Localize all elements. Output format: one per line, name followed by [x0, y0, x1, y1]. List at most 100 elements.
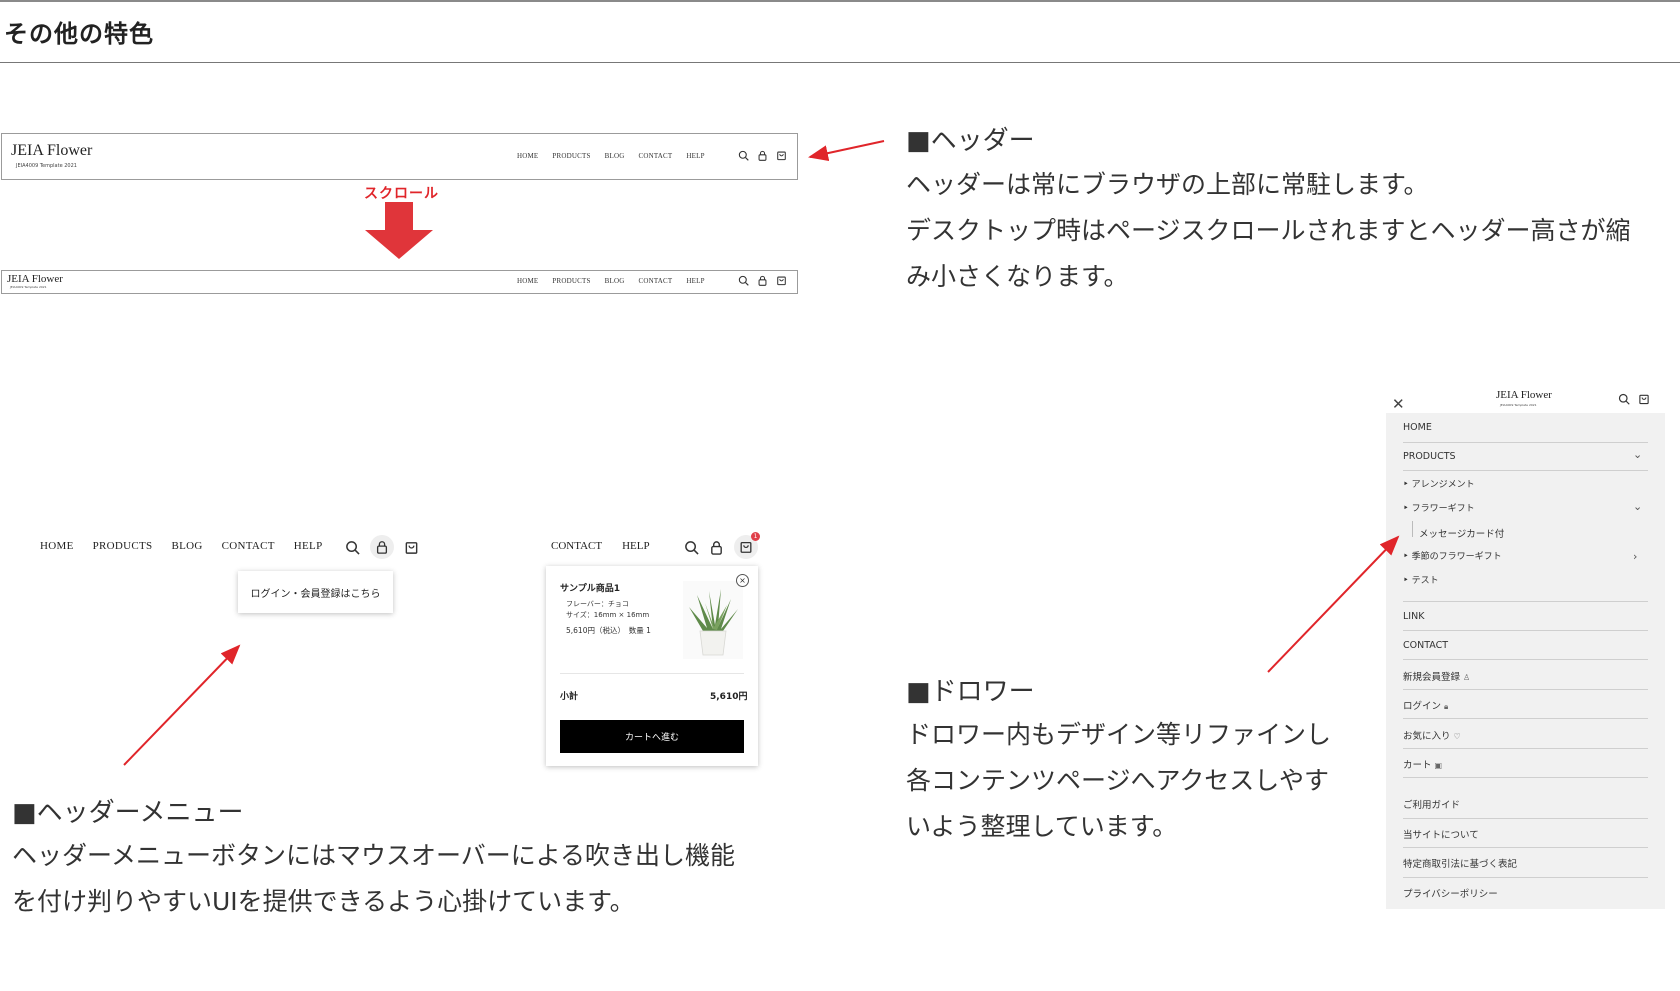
nav-blog[interactable]: BLOG: [605, 277, 625, 285]
cart-divider: [560, 673, 744, 674]
arrow-to-tooltip: [123, 644, 241, 766]
nav-products[interactable]: PRODUCTS: [93, 540, 153, 552]
search-icon[interactable]: [738, 275, 749, 286]
drawer-subitem-arrange[interactable]: ‣ アレンジメント: [1403, 477, 1475, 490]
drawer-item-contact[interactable]: CONTACT: [1403, 640, 1448, 651]
cart-product-name[interactable]: サンプル商品1: [560, 581, 620, 594]
header-text-line: デスクトップ時はページスクロールされますとヘッダー高さが縮: [906, 216, 1631, 245]
cart-icon[interactable]: [404, 540, 419, 555]
header-text-line: ヘッダーは常にブラウザの上部に常駐します。: [906, 170, 1429, 199]
nav-contact[interactable]: CONTACT: [638, 277, 672, 285]
lock-icon[interactable]: [757, 275, 768, 286]
go-to-cart-button[interactable]: カートへ進む: [560, 720, 744, 753]
subtotal-value: 5,610円: [710, 692, 748, 702]
drawer-text-line: ドロワー内もデザイン等リファインし: [906, 720, 1332, 749]
nav-contact[interactable]: CONTACT: [638, 152, 672, 160]
chevron-down-icon[interactable]: ⌄: [1633, 448, 1642, 461]
search-icon[interactable]: [345, 540, 360, 555]
drawer-logo[interactable]: JEIA Flower: [1496, 389, 1552, 401]
drawer-subitem-test[interactable]: ‣ テスト: [1403, 573, 1439, 586]
drawer-item-guide[interactable]: ご利用ガイド: [1403, 797, 1460, 811]
drawer-text-line: いよう整理しています。: [906, 812, 1178, 841]
drawer-divider: [1403, 718, 1648, 719]
cart-remove-button[interactable]: ×: [736, 574, 749, 587]
drawer-divider: [1403, 630, 1648, 631]
nav-blog[interactable]: BLOG: [171, 540, 202, 552]
header-section-heading: ■ヘッダー: [906, 126, 1035, 156]
drawer-item-privacy[interactable]: プライバシーポリシー: [1403, 886, 1498, 900]
header-text-line: み小さくなります。: [906, 262, 1129, 291]
search-icon[interactable]: [1618, 393, 1630, 405]
nav-blog[interactable]: BLOG: [605, 152, 625, 160]
drawer-divider: [1403, 877, 1648, 878]
search-icon[interactable]: [684, 540, 699, 555]
header-logo-sub: JEIA4009 Template 2021: [16, 163, 77, 169]
drawer-divider: [1403, 748, 1648, 749]
nav-contact[interactable]: CONTACT: [222, 540, 275, 552]
drawer-section-heading: ■ドロワー: [906, 677, 1035, 707]
search-icon[interactable]: [738, 150, 749, 161]
lock-icon[interactable]: [757, 150, 768, 161]
nav-home[interactable]: HOME: [517, 152, 538, 160]
nav-contact[interactable]: CONTACT: [551, 540, 602, 552]
header-section-text: ヘッダーは常にブラウザの上部に常駐します。 デスクトップ時はページスクロールされ…: [906, 162, 1631, 300]
chevron-right-icon[interactable]: ›: [1633, 550, 1637, 563]
lock-icon[interactable]: [709, 540, 724, 555]
drawer-subitem-flower-gift[interactable]: ‣ フラワーギフト: [1403, 501, 1475, 514]
drawer-subitem-season-gift[interactable]: ‣ 季節のフラワーギフト: [1403, 549, 1502, 562]
nav-help[interactable]: HELP: [294, 540, 323, 552]
drawer-item-products[interactable]: PRODUCTS: [1403, 451, 1456, 462]
menu-text-line: を付け判りやすいUIを提供できるよう心掛けています。: [12, 887, 635, 916]
nav-products[interactable]: PRODUCTS: [552, 277, 590, 285]
cart-product-image[interactable]: [683, 581, 743, 659]
drawer-text-line: 各コンテンツページへアクセスしやす: [906, 766, 1330, 795]
nav-products[interactable]: PRODUCTS: [552, 152, 590, 160]
drawer-item-register[interactable]: 新規会員登録 ♙: [1403, 669, 1470, 683]
cart-product-price: 5,610円（税込） 数量 1: [566, 626, 651, 635]
cart-icon[interactable]: [776, 150, 787, 161]
drawer-subitem-message-card[interactable]: メッセージカード付: [1419, 526, 1504, 540]
arrow-to-drawer: [1267, 535, 1400, 673]
drawer-item-law[interactable]: 特定商取引法に基づく表記: [1403, 856, 1517, 870]
drawer-item-about[interactable]: 当サイトについて: [1403, 827, 1479, 841]
login-tooltip[interactable]: ログイン・会員登録はこちら: [238, 571, 393, 613]
drawer-item-cart[interactable]: カート ▣: [1403, 757, 1442, 771]
menu-section-text: ヘッダーメニューボタンにはマウスオーバーによる吹き出し機能 を付け判りやすいUI…: [12, 833, 735, 925]
header-logo-small[interactable]: JEIA Flower: [7, 273, 63, 285]
drawer-item-favorite[interactable]: お気に入り ♡: [1403, 728, 1461, 742]
drawer-divider: [1403, 689, 1648, 690]
drawer-divider: [1403, 442, 1648, 443]
nav-help[interactable]: HELP: [686, 152, 704, 160]
drawer-item-login[interactable]: ログイン 🔒︎: [1403, 698, 1448, 712]
drawer-close-icon[interactable]: ✕: [1392, 395, 1405, 413]
user-icon: ♙: [1463, 673, 1471, 682]
header-mock-small: JEIA Flower JEIA4009 Template 2021 HOME …: [1, 270, 798, 294]
nav-home[interactable]: HOME: [517, 277, 538, 285]
drawer-divider: [1403, 777, 1648, 778]
drawer-divider: [1403, 847, 1648, 848]
cart-product-flavor: フレーバー：チョコ: [566, 600, 629, 608]
lock-button-hover[interactable]: [370, 535, 394, 559]
heart-icon: ♡: [1453, 732, 1461, 741]
drawer-item-home[interactable]: HOME: [1403, 422, 1432, 433]
header-nav-small: HOME PRODUCTS BLOG CONTACT HELP: [517, 277, 719, 285]
nav-home[interactable]: HOME: [40, 540, 74, 552]
cart-button-hover[interactable]: 1: [734, 532, 760, 559]
header-logo[interactable]: JEIA Flower: [11, 142, 92, 160]
drawer-indent-line: [1412, 521, 1413, 537]
cart-demo-nav: CONTACT HELP: [551, 540, 670, 552]
cart-icon[interactable]: [1638, 393, 1650, 405]
chevron-down-icon[interactable]: ⌄: [1633, 500, 1642, 513]
page-title: その他の特色: [4, 20, 154, 48]
header-mock-large: JEIA Flower JEIA4009 Template 2021 HOME …: [1, 133, 798, 180]
subtotal-label: 小計: [560, 692, 579, 702]
drawer-item-link[interactable]: LINK: [1403, 611, 1424, 622]
nav-help[interactable]: HELP: [622, 540, 650, 552]
cart-icon: ▣: [1434, 761, 1443, 770]
nav-help[interactable]: HELP: [686, 277, 704, 285]
plant-image-icon: [689, 589, 738, 656]
cart-demo-icons: 1: [684, 532, 760, 559]
lock-icon: [376, 541, 388, 554]
cart-icon[interactable]: [776, 275, 787, 286]
drawer-divider: [1403, 601, 1648, 602]
